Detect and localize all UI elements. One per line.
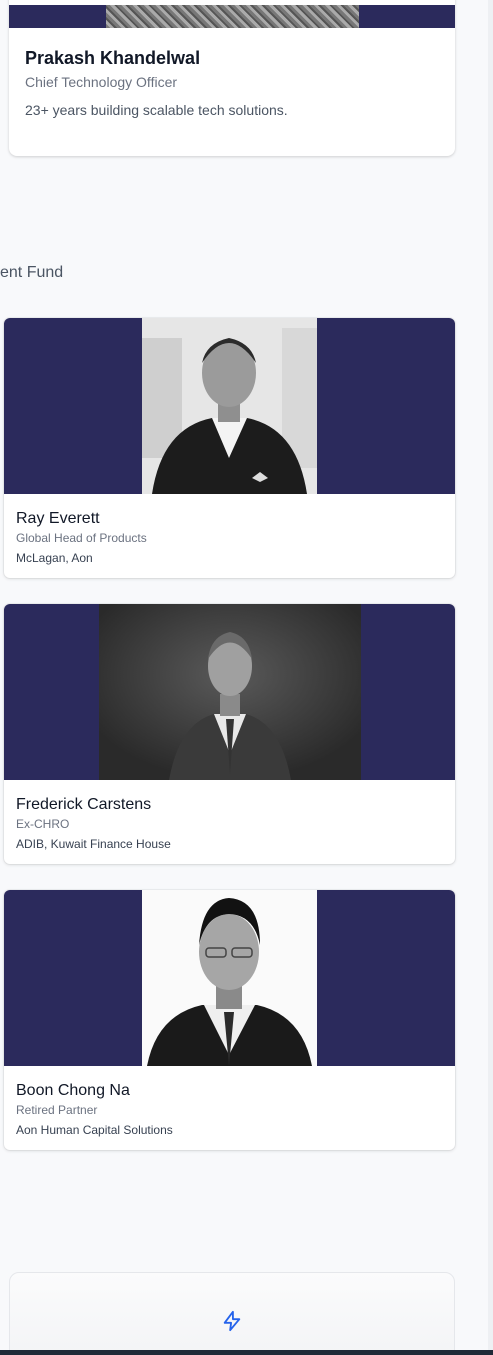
quick-action-card[interactable] bbox=[9, 1272, 455, 1355]
advisor-name: Frederick Carstens bbox=[16, 796, 152, 813]
advisor-title: Retired Partner bbox=[16, 1103, 98, 1117]
advisor-card: Frederick Carstens Ex-CHRO ADIB, Kuwait … bbox=[4, 604, 455, 864]
team-card-cto: Prakash Khandelwal Chief Technology Offi… bbox=[9, 0, 455, 156]
member-name: Prakash Khandelwal bbox=[25, 48, 201, 68]
section-heading: ent Fund bbox=[0, 264, 64, 281]
profile-photo bbox=[142, 318, 317, 494]
advisor-organization: ADIB, Kuwait Finance House bbox=[16, 837, 171, 851]
scrollbar-track[interactable] bbox=[488, 0, 493, 1355]
advisor-organization: McLagan, Aon bbox=[16, 551, 93, 565]
advisor-organization: Aon Human Capital Solutions bbox=[16, 1123, 173, 1137]
advisor-card: Boon Chong Na Retired Partner Aon Human … bbox=[4, 890, 455, 1150]
advisor-name: Boon Chong Na bbox=[16, 1082, 130, 1099]
advisor-title: Global Head of Products bbox=[16, 531, 147, 545]
advisor-card: Ray Everett Global Head of Products McLa… bbox=[4, 318, 455, 578]
member-bio: 23+ years building scalable tech solutio… bbox=[25, 102, 288, 118]
member-role: Chief Technology Officer bbox=[25, 74, 178, 90]
window-bottom-edge bbox=[0, 1350, 493, 1355]
profile-photo bbox=[142, 890, 317, 1066]
advisor-title: Ex-CHRO bbox=[16, 817, 70, 831]
advisor-name: Ray Everett bbox=[16, 510, 100, 527]
profile-photo bbox=[106, 5, 359, 28]
profile-photo bbox=[99, 604, 361, 780]
lightning-bolt-icon[interactable] bbox=[221, 1309, 243, 1333]
